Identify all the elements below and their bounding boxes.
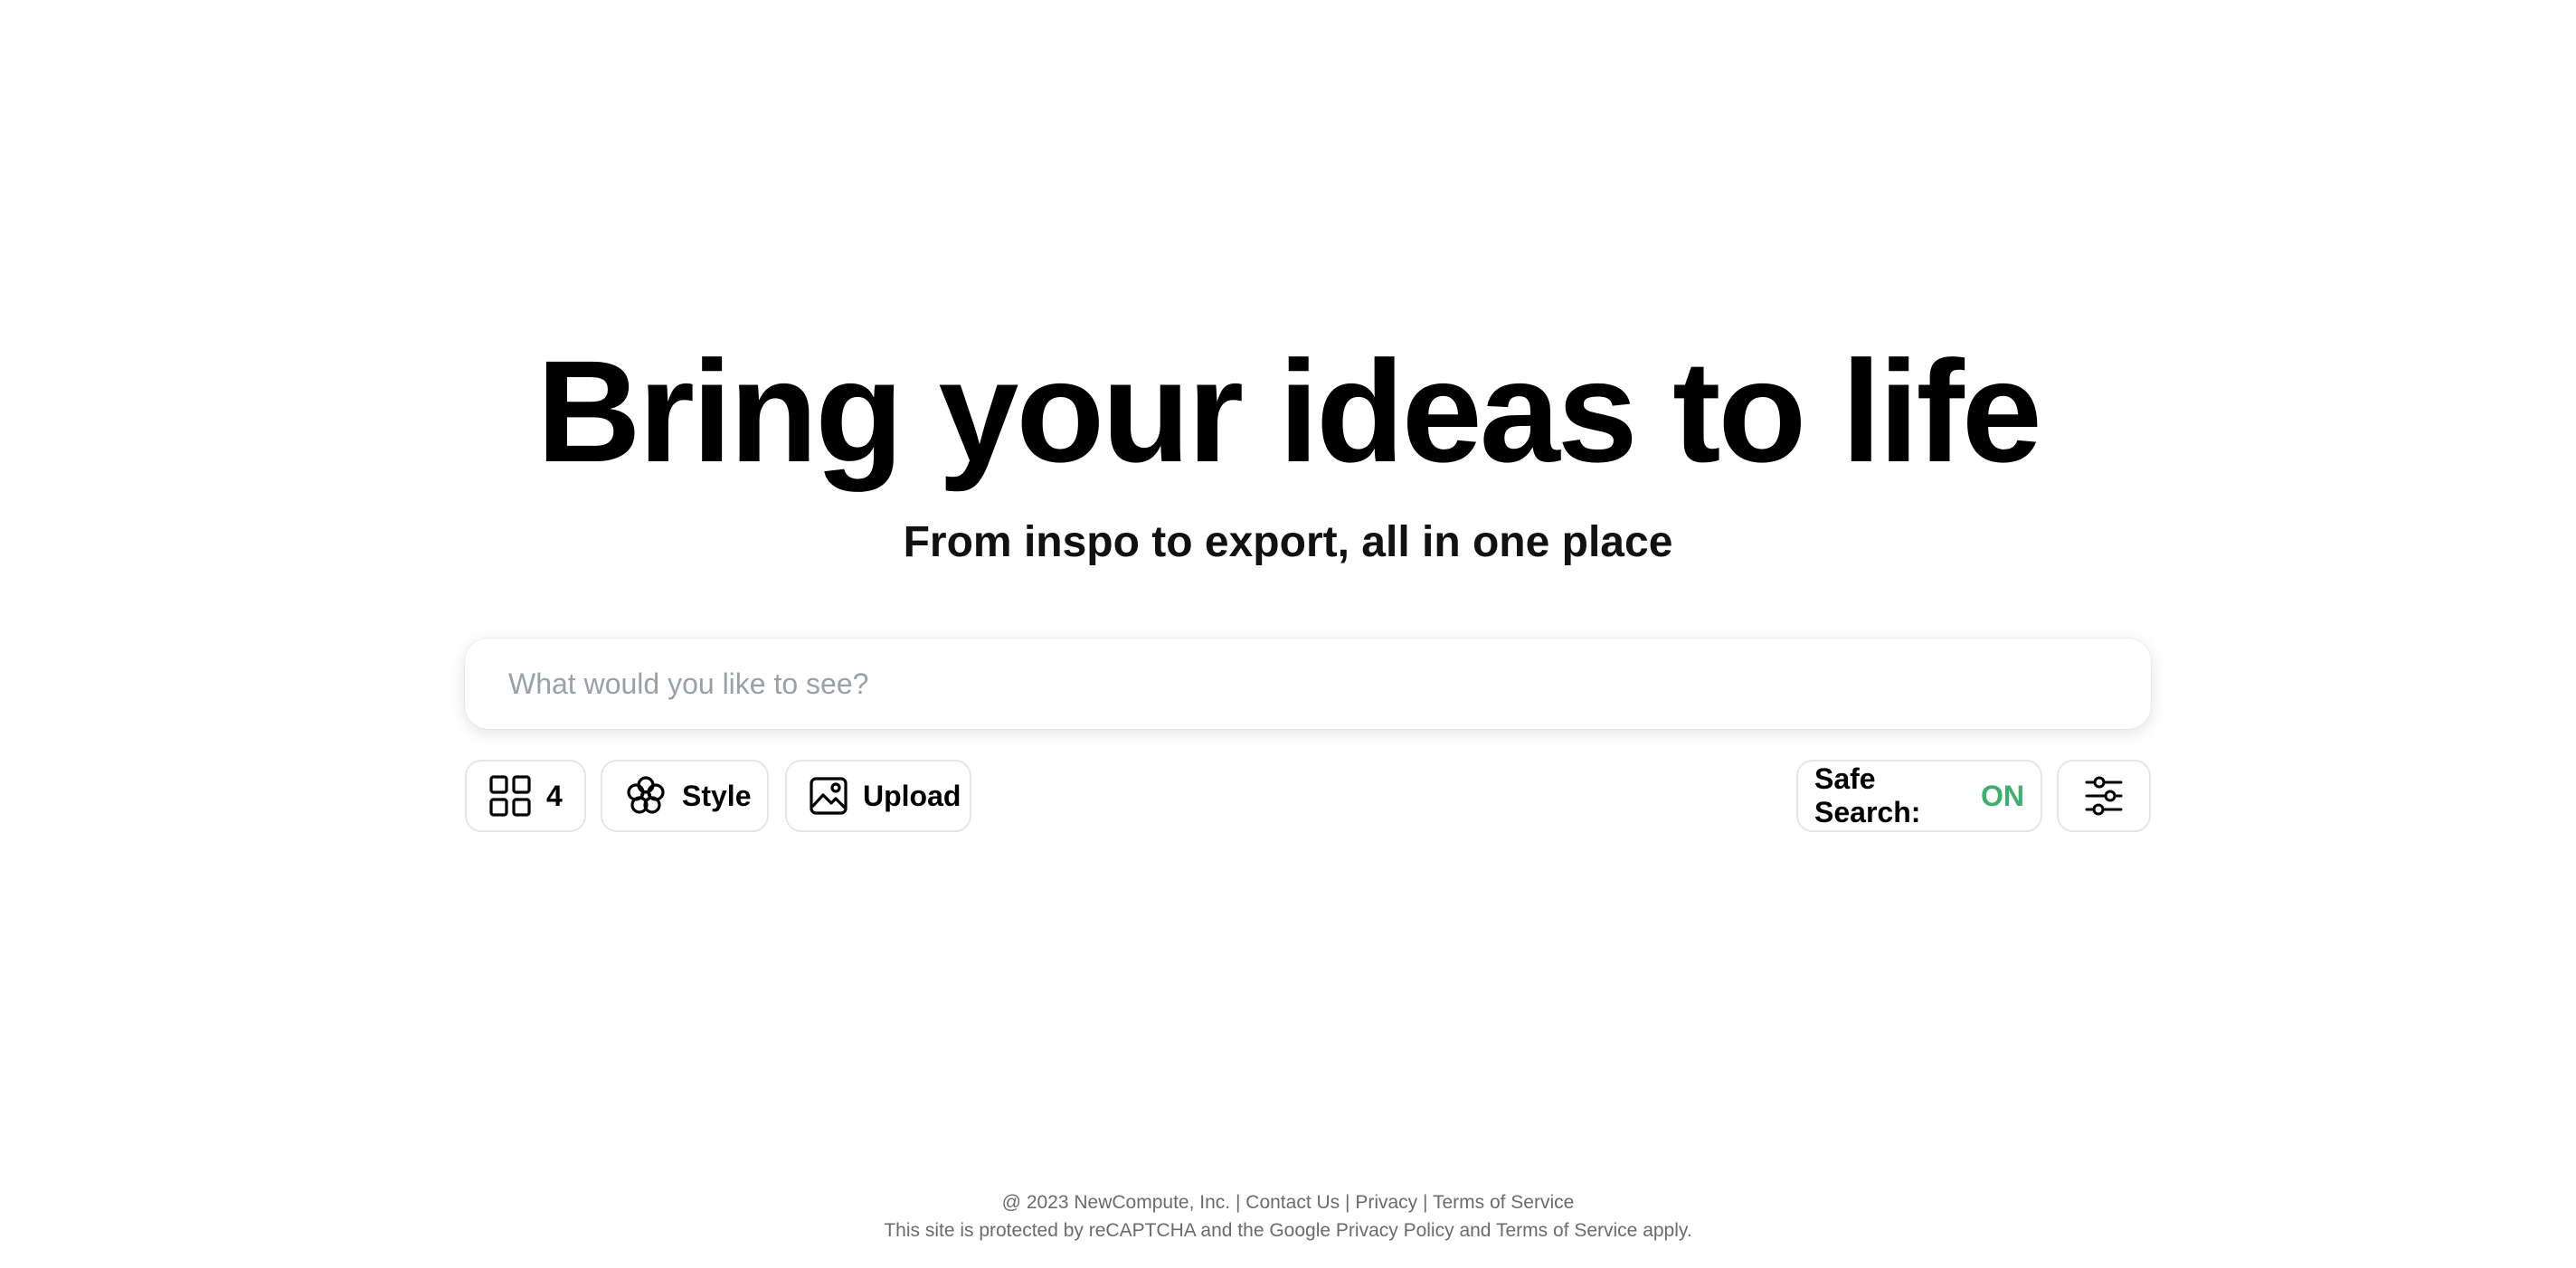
image-icon (809, 776, 848, 816)
privacy-link[interactable]: Privacy (1355, 1192, 1417, 1213)
apply-text: apply. (1643, 1220, 1692, 1241)
prompt-input[interactable] (508, 667, 2107, 701)
upload-button[interactable]: Upload (785, 760, 971, 832)
style-label: Style (682, 779, 752, 812)
separator: | (1423, 1192, 1428, 1213)
google-privacy-link[interactable]: Privacy Policy (1336, 1220, 1454, 1241)
grid-icon (488, 774, 532, 818)
and-text: and (1459, 1220, 1492, 1241)
terms-link[interactable]: Terms of Service (1433, 1192, 1574, 1213)
footer-line-2: This site is protected by reCAPTCHA and … (0, 1216, 2576, 1244)
flower-icon (624, 774, 668, 818)
footer-line-1: @ 2023 NewCompute, Inc. | Contact Us | P… (0, 1188, 2576, 1216)
recaptcha-text: This site is protected by reCAPTCHA and … (884, 1220, 1331, 1241)
page-subtitle: From inspo to export, all in one place (903, 518, 1673, 566)
separator: | (1345, 1192, 1350, 1213)
sliders-icon (2084, 774, 2124, 818)
settings-button[interactable] (2057, 760, 2151, 832)
safe-search-status: ON (1981, 779, 2024, 812)
safe-search-label: Safe Search: (1814, 762, 1921, 828)
footer: @ 2023 NewCompute, Inc. | Contact Us | P… (0, 1188, 2576, 1244)
upload-label: Upload (863, 779, 961, 812)
style-button[interactable]: Style (601, 760, 769, 832)
contact-link[interactable]: Contact Us (1245, 1192, 1340, 1213)
copyright-text: @ 2023 NewCompute, Inc. (1001, 1192, 1231, 1213)
search-box[interactable] (465, 639, 2151, 729)
google-terms-link[interactable]: Terms of Service (1496, 1220, 1637, 1241)
page-title: Bring your ideas to life (536, 330, 2042, 492)
image-count-button[interactable]: 4 (465, 760, 586, 832)
page: Bring your ideas to life From inspo to e… (0, 0, 2576, 1268)
safe-search-toggle[interactable]: Safe Search: ON (1796, 760, 2042, 832)
separator: | (1235, 1192, 1241, 1213)
image-count-label: 4 (546, 779, 563, 812)
